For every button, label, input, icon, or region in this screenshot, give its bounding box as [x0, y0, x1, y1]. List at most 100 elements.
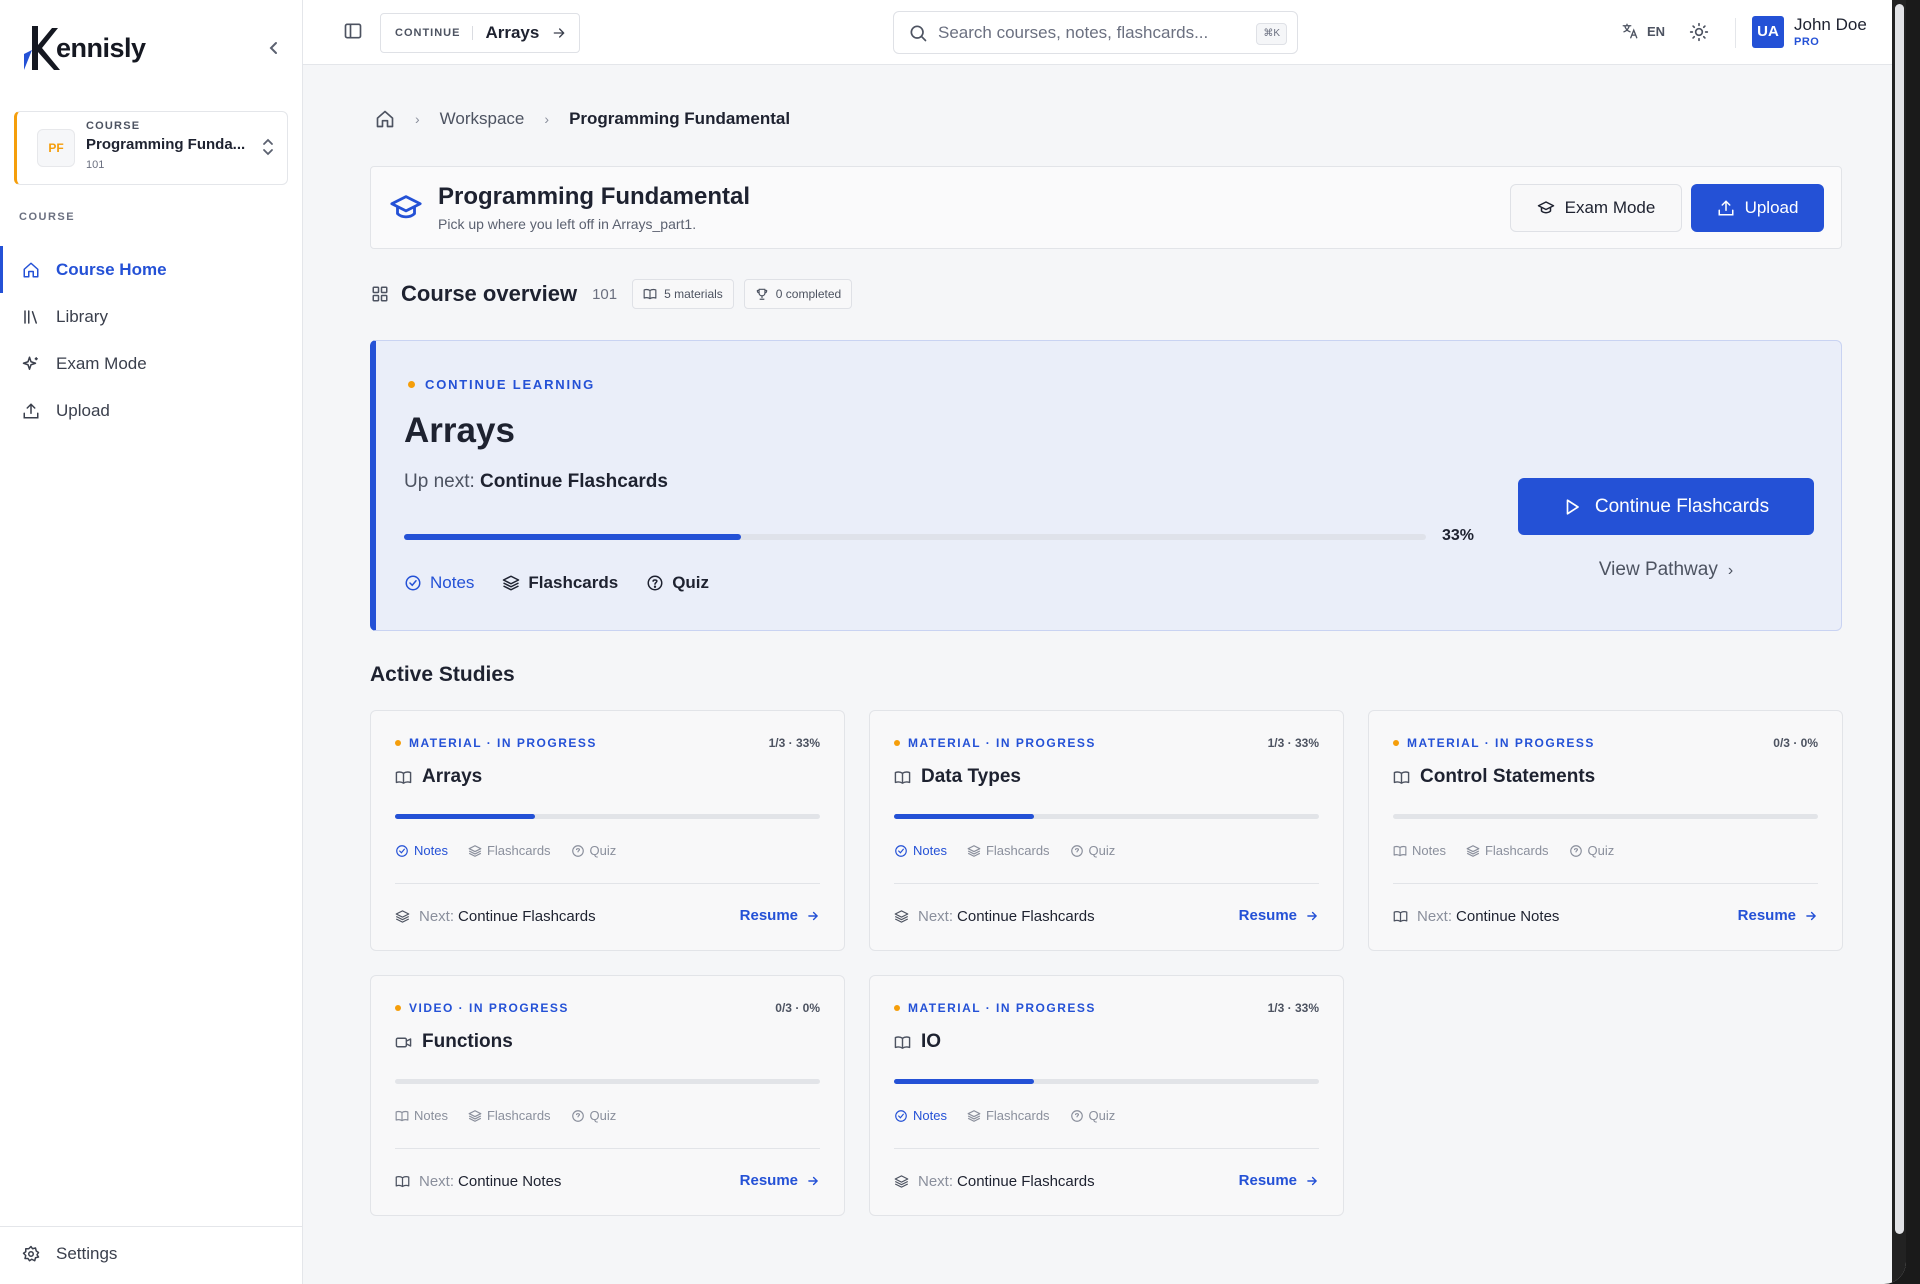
- chevron-right-icon: ›: [415, 111, 420, 127]
- card-step-notes[interactable]: Notes: [395, 843, 448, 858]
- card-step-notes[interactable]: Notes: [1393, 843, 1446, 858]
- app-window: ennisly PF COURSE Programming Funda... 1…: [0, 0, 1906, 1284]
- exam-mode-button[interactable]: Exam Mode: [1510, 184, 1682, 232]
- topbar-divider: [1735, 18, 1736, 48]
- upload-icon: [1717, 199, 1735, 217]
- sidebar-item-exam-mode[interactable]: Exam Mode: [0, 340, 302, 387]
- avatar: UA: [1752, 15, 1784, 48]
- card-title-text: Arrays: [422, 766, 483, 787]
- card-step-quiz[interactable]: Quiz: [1070, 1108, 1116, 1123]
- language-code: EN: [1647, 23, 1666, 39]
- arrow-right-icon: [806, 909, 820, 923]
- sidebar-item-course-home[interactable]: Course Home: [0, 246, 302, 293]
- sidebar-item-library[interactable]: Library: [0, 293, 302, 340]
- resume-button[interactable]: Resume: [1239, 1172, 1319, 1189]
- continue-shortcut-button[interactable]: CONTINUE Arrays: [380, 13, 580, 53]
- sidebar-item-upload[interactable]: Upload: [0, 387, 302, 434]
- card-next-value: Continue Notes: [1456, 908, 1560, 925]
- upload-button[interactable]: Upload: [1691, 184, 1824, 232]
- breadcrumb-item-workspace[interactable]: Workspace: [440, 109, 525, 129]
- toggle-sidebar-button[interactable]: [343, 21, 365, 43]
- step-quiz[interactable]: Quiz: [646, 573, 709, 593]
- layers-icon: [502, 574, 520, 592]
- upload-icon: [20, 400, 42, 422]
- card-tag-text: VIDEO · IN PROGRESS: [409, 1001, 569, 1015]
- card-next-prefix: Next:: [918, 908, 954, 925]
- study-card[interactable]: MATERIAL · IN PROGRESS 1/3 · 33% IO Note…: [869, 975, 1344, 1216]
- help-circle-icon: [571, 844, 585, 858]
- collapse-sidebar-button[interactable]: [262, 36, 286, 60]
- resume-label: Resume: [1238, 1172, 1297, 1189]
- translate-icon: [1621, 22, 1639, 40]
- study-card[interactable]: MATERIAL · IN PROGRESS 0/3 · 0% Control …: [1368, 710, 1843, 951]
- card-progress-text: 0/3 · 0%: [775, 1001, 820, 1015]
- graduation-cap-icon: [1537, 199, 1555, 217]
- layers-icon: [468, 1109, 482, 1123]
- theme-toggle-button[interactable]: [1689, 22, 1709, 42]
- check-circle-icon: [894, 844, 908, 858]
- card-step-flashcards[interactable]: Flashcards: [468, 843, 551, 858]
- user-plan-badge: PRO: [1794, 36, 1820, 48]
- resume-button[interactable]: Resume: [1738, 907, 1818, 924]
- layers-icon: [1466, 844, 1480, 858]
- brand-logo[interactable]: ennisly: [20, 24, 146, 72]
- card-step-flashcards[interactable]: Flashcards: [967, 1108, 1050, 1123]
- language-switcher[interactable]: EN: [1621, 22, 1665, 40]
- settings-label: Settings: [56, 1244, 118, 1263]
- card-step-quiz[interactable]: Quiz: [1070, 843, 1115, 858]
- completed-count: 0 completed: [775, 287, 842, 301]
- card-step-notes[interactable]: Notes: [395, 1108, 448, 1123]
- card-progress-track: [395, 1079, 820, 1084]
- breadcrumb: › Workspace › Programming Fundamental: [375, 109, 790, 129]
- step-flashcards[interactable]: Flashcards: [502, 573, 618, 593]
- study-card[interactable]: MATERIAL · IN PROGRESS 1/3 · 33% Data Ty…: [869, 710, 1344, 951]
- study-card[interactable]: MATERIAL · IN PROGRESS 1/3 · 33% Arrays …: [370, 710, 845, 951]
- card-step-flashcards[interactable]: Flashcards: [468, 1108, 551, 1123]
- course-badge: PF: [37, 129, 75, 167]
- resume-button[interactable]: Resume: [740, 1172, 820, 1189]
- home-icon[interactable]: [375, 109, 395, 129]
- card-step-flashcards[interactable]: Flashcards: [1466, 843, 1549, 858]
- card-tag-text: MATERIAL · IN PROGRESS: [1407, 736, 1595, 750]
- card-step-label: Notes: [414, 843, 448, 858]
- layers-icon: [967, 844, 981, 858]
- card-step-notes[interactable]: Notes: [894, 1108, 947, 1123]
- user-menu[interactable]: UA John Doe PRO: [1752, 15, 1867, 48]
- search-input[interactable]: [938, 21, 1238, 45]
- card-status-tag: VIDEO · IN PROGRESS: [395, 1001, 569, 1015]
- card-title: IO: [894, 1031, 941, 1053]
- study-card[interactable]: VIDEO · IN PROGRESS 0/3 · 0% Functions N…: [370, 975, 845, 1216]
- card-title-text: Functions: [422, 1031, 513, 1052]
- card-step-label: Flashcards: [486, 843, 551, 858]
- course-switcher-name: Programming Funda...: [86, 136, 246, 153]
- book-icon: [894, 769, 911, 786]
- continue-learning-card: CONTINUE LEARNING Arrays Up next: Contin…: [370, 340, 1842, 631]
- card-step-quiz[interactable]: Quiz: [571, 843, 616, 858]
- card-step-quiz[interactable]: Quiz: [571, 1108, 616, 1123]
- resume-button[interactable]: Resume: [740, 907, 820, 924]
- progress-percent: 33%: [1442, 527, 1475, 544]
- card-step-label: Quiz: [1088, 1108, 1116, 1123]
- sidebar-item-label: Library: [56, 306, 108, 326]
- card-divider: [395, 883, 820, 884]
- settings-button[interactable]: Settings: [20, 1243, 117, 1265]
- step-notes[interactable]: Notes: [404, 573, 474, 593]
- card-title-text: IO: [921, 1031, 942, 1052]
- scrollbar-thumb[interactable]: [1895, 4, 1904, 1234]
- card-step-label: Notes: [1412, 843, 1446, 858]
- scrollbar[interactable]: [1892, 0, 1906, 1284]
- continue-flashcards-button[interactable]: Continue Flashcards: [1518, 478, 1814, 535]
- card-next-value: Continue Flashcards: [458, 908, 596, 925]
- resume-label: Resume: [1737, 907, 1796, 924]
- card-next-step: Next: Continue Flashcards: [395, 908, 596, 925]
- card-next-value: Continue Flashcards: [957, 1173, 1095, 1190]
- arrow-right-icon: [1305, 1174, 1319, 1188]
- view-pathway-link[interactable]: View Pathway ›: [1518, 559, 1814, 581]
- course-switcher[interactable]: PF COURSE Programming Funda... 101: [14, 111, 288, 185]
- card-step-notes[interactable]: Notes: [894, 843, 947, 858]
- resume-button[interactable]: Resume: [1239, 907, 1319, 924]
- card-steps: Notes Flashcards Quiz: [1393, 843, 1634, 858]
- card-step-flashcards[interactable]: Flashcards: [967, 843, 1050, 858]
- card-step-quiz[interactable]: Quiz: [1569, 843, 1614, 858]
- card-step-label: Flashcards: [486, 1108, 551, 1123]
